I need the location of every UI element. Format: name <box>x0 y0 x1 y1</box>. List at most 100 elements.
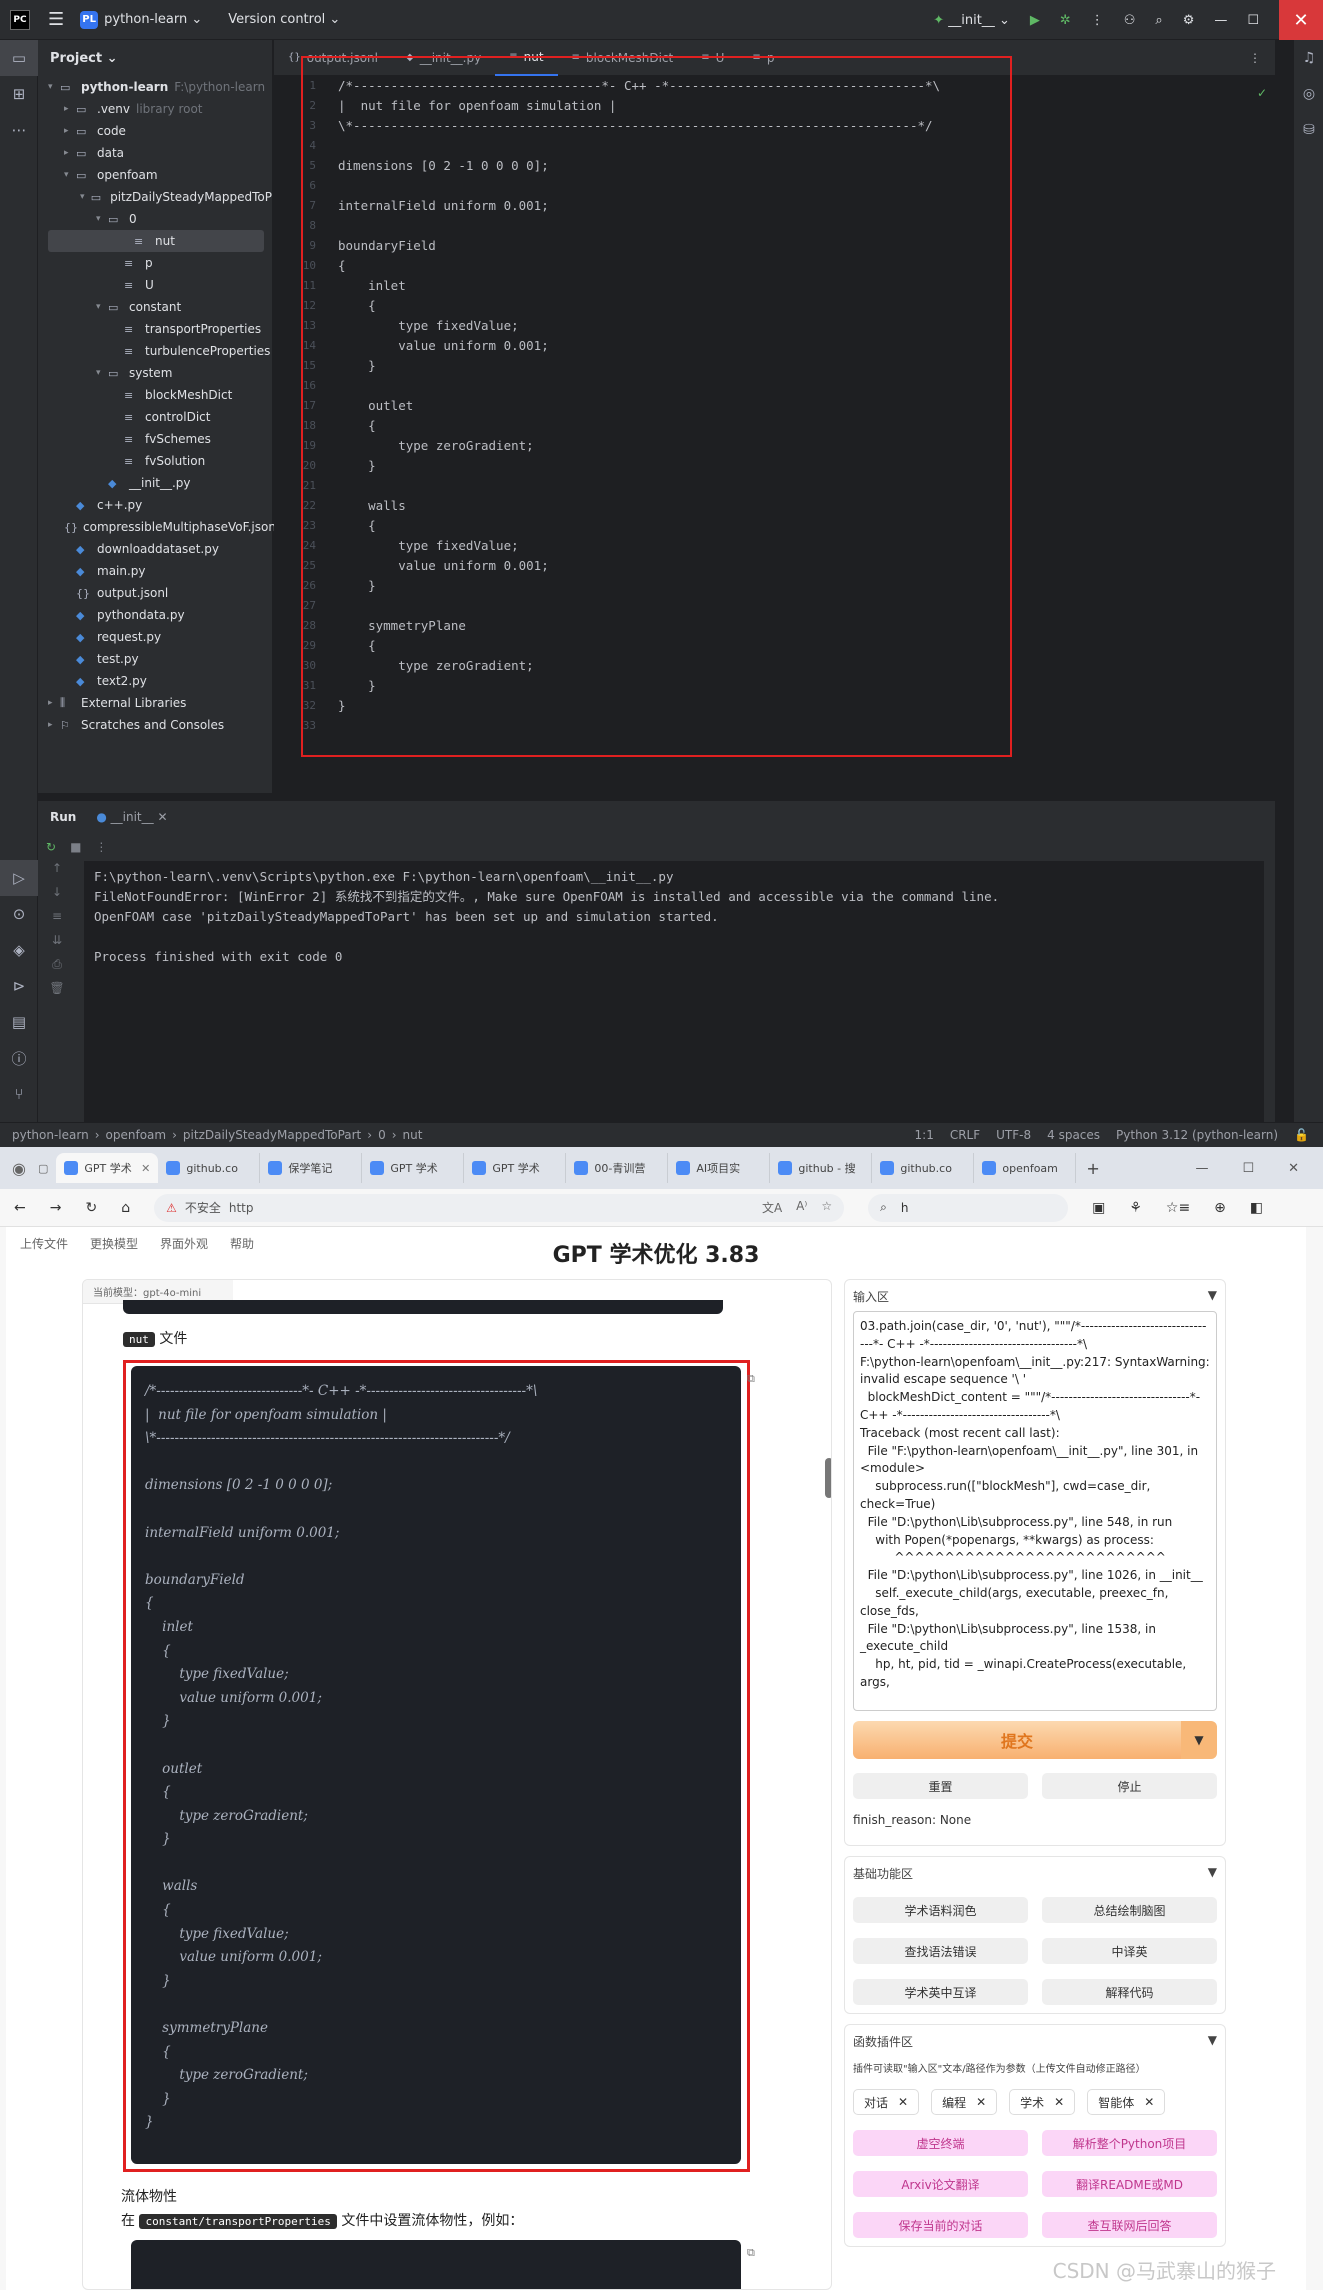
expand-arrow-icon[interactable]: ▾ <box>96 214 108 224</box>
run-icon[interactable]: ▶ <box>1030 13 1040 28</box>
tree-item-main-py[interactable]: ◆ main.py <box>38 560 272 582</box>
plugin-filter-pill[interactable]: 学术 ✕ <box>1009 2089 1076 2115</box>
terminal-icon[interactable]: ▤ <box>0 1004 38 1040</box>
run-console[interactable]: F:\python-learn\.venv\Scripts\python.exe… <box>84 861 1264 1123</box>
tree-item-data[interactable]: ▸ ▭ data <box>38 142 272 164</box>
browser-tab[interactable]: GPT 学术 <box>464 1153 567 1183</box>
close-icon[interactable]: ✕ <box>1279 0 1323 40</box>
run-more-icon[interactable]: ⋮ <box>95 840 107 854</box>
browser-tab[interactable]: 00-青训营 <box>566 1153 669 1183</box>
clear-trash-icon[interactable]: 🗑 <box>38 981 76 1005</box>
function-button[interactable]: 中译英 <box>1042 1938 1217 1964</box>
stop-icon[interactable]: ■ <box>70 840 81 854</box>
tree-item-u[interactable]: ≡ U <box>38 274 272 296</box>
tree-item-constant[interactable]: ▾ ▭ constant <box>38 296 272 318</box>
collections-icon[interactable]: ⊕ <box>1214 1200 1226 1216</box>
line-separator[interactable]: CRLF <box>950 1128 980 1142</box>
expand-arrow-icon[interactable]: ▸ <box>48 698 60 708</box>
search-icon[interactable]: ⌕ <box>1155 13 1162 28</box>
rerun-icon[interactable]: ↻ <box>46 840 56 854</box>
remove-pill-icon[interactable]: ✕ <box>976 2095 986 2109</box>
tree-item-c-py[interactable]: ◆ c++.py <box>38 494 272 516</box>
expand-arrow-icon[interactable]: ▸ <box>64 148 76 158</box>
database-icon[interactable]: ⛁ <box>1294 112 1323 148</box>
function-button[interactable]: 解析整个Python项目 <box>1042 2130 1217 2156</box>
more-actions-icon[interactable]: ⋮ <box>1091 13 1104 28</box>
profile-avatar-icon[interactable]: ◉ <box>12 1159 26 1178</box>
function-button[interactable]: 保存当前的对话 <box>853 2212 1028 2238</box>
ai-assistant-icon[interactable]: ◎ <box>1294 76 1323 112</box>
caret-position[interactable]: 1:1 <box>915 1128 934 1142</box>
run-tab-init[interactable]: ● __init__ ✕ <box>96 810 167 824</box>
function-button[interactable]: 翻译README或MD <box>1042 2171 1217 2197</box>
breadcrumb-item[interactable]: openfoam <box>106 1128 167 1142</box>
python-interpreter[interactable]: Python 3.12 (python-learn) <box>1116 1128 1278 1142</box>
run-tool-icon[interactable]: ▷ <box>0 860 38 896</box>
browser-tab[interactable]: GPT 学术 ✕ <box>56 1153 159 1183</box>
function-button[interactable]: 学术英中互译 <box>853 1979 1028 2005</box>
expand-arrow-icon[interactable]: ▾ <box>96 302 108 312</box>
copy-code-icon-2[interactable]: ⧉ <box>747 2246 755 2260</box>
sidebar-icon[interactable]: ◧ <box>1250 1200 1263 1216</box>
collapse-basic-icon[interactable]: ▼ <box>1208 1865 1217 1882</box>
tree-item-system[interactable]: ▾ ▭ system <box>38 362 272 384</box>
function-button[interactable]: 虚空终端 <box>853 2130 1028 2156</box>
maximize-icon[interactable]: ☐ <box>1247 13 1259 28</box>
new-tab-icon[interactable]: + <box>1086 1159 1099 1178</box>
tree-item-nut[interactable]: ≡ nut <box>48 230 264 252</box>
back-icon[interactable]: ← <box>14 1200 26 1216</box>
browser-tab[interactable]: openfoam <box>974 1153 1077 1183</box>
browser-tab[interactable]: github.co <box>158 1153 261 1183</box>
expand-arrow-icon[interactable]: ▾ <box>48 82 60 92</box>
function-button[interactable]: 学术语料润色 <box>853 1897 1028 1923</box>
reset-button[interactable]: 重置 <box>853 1773 1028 1799</box>
tree-item-transportproperties[interactable]: ≡ transportProperties <box>38 318 272 340</box>
indent-setting[interactable]: 4 spaces <box>1047 1128 1100 1142</box>
close-icon[interactable]: ✕ <box>1288 1161 1299 1176</box>
browser-tab[interactable]: GPT 学术 <box>362 1153 465 1183</box>
structure-icon[interactable]: ⊞ <box>0 76 38 112</box>
split-screen-icon[interactable]: ▣ <box>1092 1200 1105 1216</box>
plugin-filter-pill[interactable]: 智能体 ✕ <box>1087 2089 1166 2115</box>
favorite-star-icon[interactable]: ☆ <box>821 1199 832 1216</box>
debug-icon[interactable]: ✲ <box>1060 13 1071 28</box>
minimize-icon[interactable]: — <box>1195 1161 1208 1176</box>
tree-item-blockmeshdict[interactable]: ≡ blockMeshDict <box>38 384 272 406</box>
url-input[interactable]: ⚠ 不安全 http 文A A⁾ ☆ <box>154 1193 845 1222</box>
lock-icon[interactable]: 🔓 <box>1294 1128 1309 1142</box>
tree-item-p[interactable]: ≡ p <box>38 252 272 274</box>
problems-icon[interactable]: ⓘ <box>0 1040 38 1076</box>
reload-icon[interactable]: ↻ <box>85 1200 97 1216</box>
favorites-icon[interactable]: ☆≡ <box>1166 1200 1190 1216</box>
close-tab-icon[interactable]: ✕ <box>141 1162 150 1175</box>
add-user-icon[interactable]: ⚇ <box>1124 13 1136 28</box>
project-panel-header[interactable]: Project ⌄ <box>38 40 272 76</box>
tree-item-output-jsonl[interactable]: {} output.jsonl <box>38 582 272 604</box>
notifications-bell-icon[interactable]: ♫ <box>1294 40 1323 76</box>
plugin-filter-pill[interactable]: 对话 ✕ <box>853 2089 920 2115</box>
tree-item-python-learn[interactable]: ▾ ▭ python-learn F:\python-learn <box>38 76 272 98</box>
git-icon[interactable]: ⑂ <box>0 1076 38 1112</box>
breadcrumb-item[interactable]: nut <box>403 1128 423 1142</box>
tree-item-downloaddataset-py[interactable]: ◆ downloaddataset.py <box>38 538 272 560</box>
project-folder-icon[interactable]: ▭ <box>0 40 38 76</box>
forward-icon[interactable]: → <box>50 1200 62 1216</box>
main-menu-icon[interactable]: ☰ <box>48 9 64 30</box>
expand-arrow-icon[interactable]: ▸ <box>64 104 76 114</box>
collapse-input-icon[interactable]: ▼ <box>1208 1288 1217 1305</box>
services-icon[interactable]: ⊳ <box>0 968 38 1004</box>
read-aloud-icon[interactable]: A⁾ <box>796 1199 807 1216</box>
home-icon[interactable]: ⌂ <box>121 1200 130 1216</box>
function-button[interactable]: 解释代码 <box>1042 1979 1217 2005</box>
tree-item-0[interactable]: ▾ ▭ 0 <box>38 208 272 230</box>
stop-button[interactable]: 停止 <box>1042 1773 1217 1799</box>
scroll-to-end-icon[interactable]: ⇊ <box>38 933 76 957</box>
run-panel-title[interactable]: Run <box>50 810 76 824</box>
translate-icon[interactable]: 文A <box>762 1199 782 1216</box>
input-textarea[interactable]: 03.path.join(case_dir, '0', 'nut'), """/… <box>853 1311 1217 1711</box>
tree-item-controldict[interactable]: ≡ controlDict <box>38 406 272 428</box>
function-button[interactable]: 总结绘制脑图 <box>1042 1897 1217 1923</box>
tree-item-turbulenceproperties[interactable]: ≡ turbulenceProperties <box>38 340 272 362</box>
expand-arrow-icon[interactable]: ▸ <box>48 720 60 730</box>
breadcrumb-item[interactable]: 0 <box>378 1128 386 1142</box>
